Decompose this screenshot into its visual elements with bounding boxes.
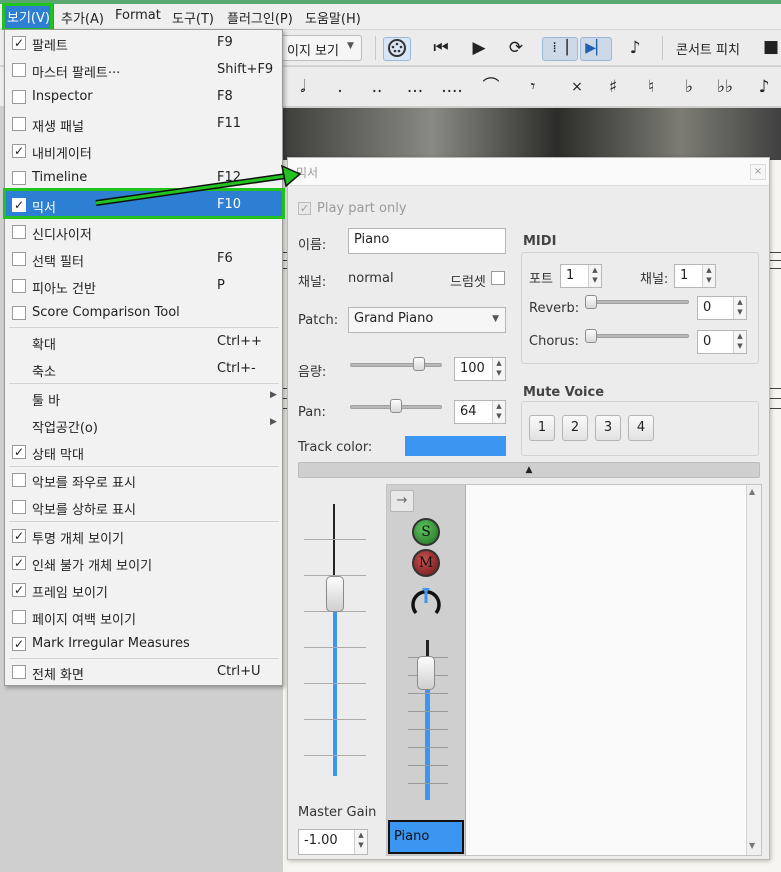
annotation-arrow [95, 164, 302, 206]
